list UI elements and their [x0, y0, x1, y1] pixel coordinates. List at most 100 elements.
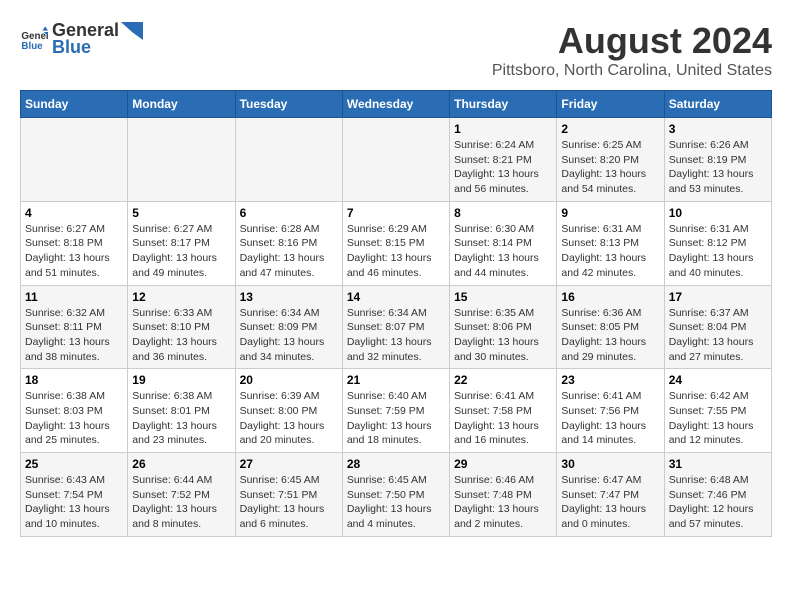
day-number: 5	[132, 206, 230, 220]
day-number: 7	[347, 206, 445, 220]
calendar-week-row: 25Sunrise: 6:43 AMSunset: 7:54 PMDayligh…	[21, 453, 772, 537]
day-detail: Sunrise: 6:27 AMSunset: 8:18 PMDaylight:…	[25, 223, 110, 279]
day-number: 20	[240, 373, 338, 387]
day-detail: Sunrise: 6:35 AMSunset: 8:06 PMDaylight:…	[454, 307, 539, 363]
day-detail: Sunrise: 6:31 AMSunset: 8:13 PMDaylight:…	[561, 223, 646, 279]
calendar-cell: 10 Sunrise: 6:31 AMSunset: 8:12 PMDayligh…	[664, 201, 771, 285]
day-detail: Sunrise: 6:42 AMSunset: 7:55 PMDaylight:…	[669, 390, 754, 446]
day-detail: Sunrise: 6:33 AMSunset: 8:10 PMDaylight:…	[132, 307, 217, 363]
day-detail: Sunrise: 6:29 AMSunset: 8:15 PMDaylight:…	[347, 223, 432, 279]
day-detail: Sunrise: 6:31 AMSunset: 8:12 PMDaylight:…	[669, 223, 754, 279]
logo-arrow-icon	[121, 22, 143, 40]
day-number: 12	[132, 290, 230, 304]
day-number: 6	[240, 206, 338, 220]
day-number: 3	[669, 122, 767, 136]
day-number: 24	[669, 373, 767, 387]
day-detail: Sunrise: 6:48 AMSunset: 7:46 PMDaylight:…	[669, 474, 754, 530]
day-number: 16	[561, 290, 659, 304]
day-of-week-header: Friday	[557, 91, 664, 118]
calendar-week-row: 4 Sunrise: 6:27 AMSunset: 8:18 PMDaylight…	[21, 201, 772, 285]
day-of-week-header: Thursday	[450, 91, 557, 118]
calendar-week-row: 18 Sunrise: 6:38 AMSunset: 8:03 PMDayligh…	[21, 369, 772, 453]
logo: General Blue General Blue	[20, 20, 143, 58]
day-detail: Sunrise: 6:32 AMSunset: 8:11 PMDaylight:…	[25, 307, 110, 363]
calendar-cell: 8 Sunrise: 6:30 AMSunset: 8:14 PMDaylight…	[450, 201, 557, 285]
day-number: 17	[669, 290, 767, 304]
calendar-cell	[21, 118, 128, 202]
calendar-body: 1Sunrise: 6:24 AMSunset: 8:21 PMDaylight…	[21, 118, 772, 537]
calendar-cell: 27 Sunrise: 6:45 AMSunset: 7:51 PMDayligh…	[235, 453, 342, 537]
header: General Blue General Blue August 2024 Pi…	[20, 20, 772, 80]
calendar-cell: 23Sunrise: 6:41 AMSunset: 7:56 PMDayligh…	[557, 369, 664, 453]
day-number: 31	[669, 457, 767, 471]
calendar-cell	[128, 118, 235, 202]
calendar-cell	[342, 118, 449, 202]
title-block: August 2024 Pittsboro, North Carolina, U…	[492, 20, 772, 80]
day-number: 27	[240, 457, 338, 471]
day-of-week-header: Monday	[128, 91, 235, 118]
calendar-week-row: 11Sunrise: 6:32 AMSunset: 8:11 PMDayligh…	[21, 285, 772, 369]
calendar-week-row: 1Sunrise: 6:24 AMSunset: 8:21 PMDaylight…	[21, 118, 772, 202]
calendar-cell: 16 Sunrise: 6:36 AMSunset: 8:05 PMDayligh…	[557, 285, 664, 369]
day-number: 26	[132, 457, 230, 471]
day-of-week-header: Sunday	[21, 91, 128, 118]
calendar-cell: 11Sunrise: 6:32 AMSunset: 8:11 PMDayligh…	[21, 285, 128, 369]
day-number: 15	[454, 290, 552, 304]
calendar-cell: 14 Sunrise: 6:34 AMSunset: 8:07 PMDayligh…	[342, 285, 449, 369]
day-detail: Sunrise: 6:40 AMSunset: 7:59 PMDaylight:…	[347, 390, 432, 446]
day-number: 19	[132, 373, 230, 387]
calendar-cell: 9 Sunrise: 6:31 AMSunset: 8:13 PMDaylight…	[557, 201, 664, 285]
day-detail: Sunrise: 6:39 AMSunset: 8:00 PMDaylight:…	[240, 390, 325, 446]
day-number: 2	[561, 122, 659, 136]
calendar-cell: 17Sunrise: 6:37 AMSunset: 8:04 PMDayligh…	[664, 285, 771, 369]
day-detail: Sunrise: 6:45 AMSunset: 7:51 PMDaylight:…	[240, 474, 325, 530]
logo-icon: General Blue	[20, 25, 48, 53]
day-detail: Sunrise: 6:30 AMSunset: 8:14 PMDaylight:…	[454, 223, 539, 279]
day-detail: Sunrise: 6:47 AMSunset: 7:47 PMDaylight:…	[561, 474, 646, 530]
day-detail: Sunrise: 6:34 AMSunset: 8:07 PMDaylight:…	[347, 307, 432, 363]
day-detail: Sunrise: 6:41 AMSunset: 7:56 PMDaylight:…	[561, 390, 646, 446]
day-number: 13	[240, 290, 338, 304]
calendar-cell: 29Sunrise: 6:46 AMSunset: 7:48 PMDayligh…	[450, 453, 557, 537]
calendar-cell: 30 Sunrise: 6:47 AMSunset: 7:47 PMDayligh…	[557, 453, 664, 537]
day-detail: Sunrise: 6:27 AMSunset: 8:17 PMDaylight:…	[132, 223, 217, 279]
day-detail: Sunrise: 6:25 AMSunset: 8:20 PMDaylight:…	[561, 139, 646, 195]
day-number: 22	[454, 373, 552, 387]
calendar-cell: 12 Sunrise: 6:33 AMSunset: 8:10 PMDayligh…	[128, 285, 235, 369]
day-number: 30	[561, 457, 659, 471]
calendar-cell: 18 Sunrise: 6:38 AMSunset: 8:03 PMDayligh…	[21, 369, 128, 453]
calendar-table: SundayMondayTuesdayWednesdayThursdayFrid…	[20, 90, 772, 537]
day-number: 8	[454, 206, 552, 220]
calendar-cell: 22Sunrise: 6:41 AMSunset: 7:58 PMDayligh…	[450, 369, 557, 453]
day-detail: Sunrise: 6:38 AMSunset: 8:01 PMDaylight:…	[132, 390, 217, 446]
day-detail: Sunrise: 6:44 AMSunset: 7:52 PMDaylight:…	[132, 474, 217, 530]
day-number: 14	[347, 290, 445, 304]
day-number: 21	[347, 373, 445, 387]
day-detail: Sunrise: 6:26 AMSunset: 8:19 PMDaylight:…	[669, 139, 754, 195]
day-number: 4	[25, 206, 123, 220]
day-number: 9	[561, 206, 659, 220]
calendar-cell: 25Sunrise: 6:43 AMSunset: 7:54 PMDayligh…	[21, 453, 128, 537]
calendar-cell: 24 Sunrise: 6:42 AMSunset: 7:55 PMDayligh…	[664, 369, 771, 453]
calendar-cell: 13Sunrise: 6:34 AMSunset: 8:09 PMDayligh…	[235, 285, 342, 369]
day-of-week-header: Tuesday	[235, 91, 342, 118]
calendar-cell: 31 Sunrise: 6:48 AMSunset: 7:46 PMDayligh…	[664, 453, 771, 537]
day-number: 1	[454, 122, 552, 136]
day-of-week-header: Saturday	[664, 91, 771, 118]
day-number: 18	[25, 373, 123, 387]
calendar-header-row: SundayMondayTuesdayWednesdayThursdayFrid…	[21, 91, 772, 118]
calendar-cell: 15 Sunrise: 6:35 AMSunset: 8:06 PMDayligh…	[450, 285, 557, 369]
day-number: 28	[347, 457, 445, 471]
calendar-cell: 1Sunrise: 6:24 AMSunset: 8:21 PMDaylight…	[450, 118, 557, 202]
day-detail: Sunrise: 6:38 AMSunset: 8:03 PMDaylight:…	[25, 390, 110, 446]
day-number: 10	[669, 206, 767, 220]
calendar-cell: 5 Sunrise: 6:27 AMSunset: 8:17 PMDaylight…	[128, 201, 235, 285]
day-detail: Sunrise: 6:36 AMSunset: 8:05 PMDaylight:…	[561, 307, 646, 363]
calendar-cell: 6 Sunrise: 6:28 AMSunset: 8:16 PMDaylight…	[235, 201, 342, 285]
day-detail: Sunrise: 6:28 AMSunset: 8:16 PMDaylight:…	[240, 223, 325, 279]
calendar-cell: 4 Sunrise: 6:27 AMSunset: 8:18 PMDaylight…	[21, 201, 128, 285]
calendar-cell: 19 Sunrise: 6:38 AMSunset: 8:01 PMDayligh…	[128, 369, 235, 453]
main-title: August 2024	[492, 20, 772, 62]
calendar-cell: 26 Sunrise: 6:44 AMSunset: 7:52 PMDayligh…	[128, 453, 235, 537]
calendar-cell: 28Sunrise: 6:45 AMSunset: 7:50 PMDayligh…	[342, 453, 449, 537]
